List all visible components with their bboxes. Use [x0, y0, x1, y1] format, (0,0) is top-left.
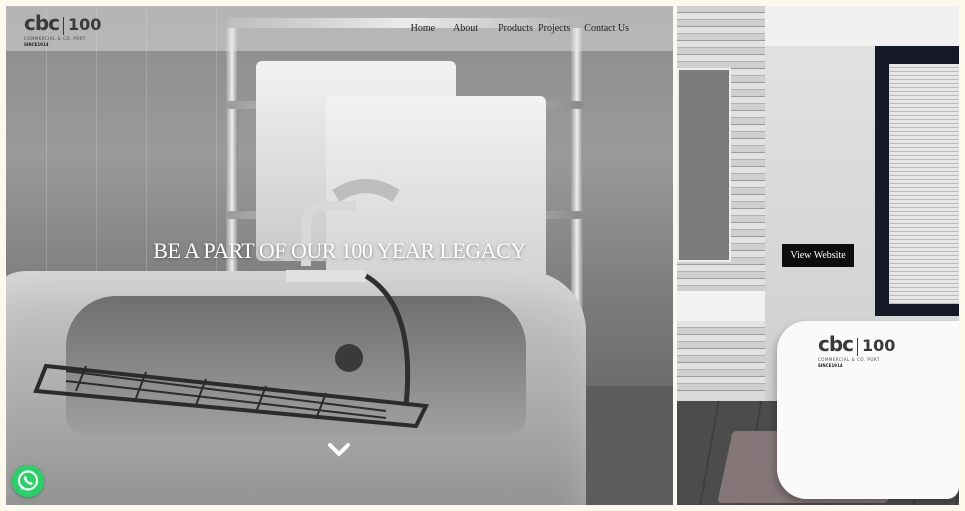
side-logo-number: 100 [862, 336, 896, 355]
window-blinds [889, 64, 959, 304]
side-logo-divider [857, 337, 859, 356]
main-nav: Home About Products Projects Contact Us [397, 23, 629, 34]
chevron-down-icon[interactable] [328, 442, 350, 458]
logo-letters: cbc [24, 11, 60, 35]
hero-panel: cbc 100 COMMERCIAL & CO. PORT SINCE1914 H… [6, 6, 673, 505]
whatsapp-icon[interactable] [12, 465, 44, 497]
nav-home[interactable]: Home [411, 23, 435, 34]
tap-and-rack-illustration [33, 179, 430, 429]
side-logo-letters: cbc [818, 332, 854, 356]
logo-since: SINCE1914 [24, 42, 49, 47]
brand-logo[interactable]: cbc 100 COMMERCIAL & CO. PORT SINCE1914 [24, 11, 101, 47]
side-brand-logo: cbc 100 COMMERCIAL & CO. PORT SINCE1914 [818, 332, 895, 368]
nav-products[interactable]: Products [498, 23, 533, 34]
logo-number: 100 [68, 15, 102, 34]
nav-contact-us[interactable]: Contact Us [584, 23, 629, 34]
view-website-button[interactable]: View Website [782, 244, 854, 267]
side-logo-subtitle: COMMERCIAL & CO. PORT [818, 357, 880, 362]
hero-headline: BE A PART OF OUR 100 YEAR LEGACY [153, 238, 526, 263]
nav-projects[interactable]: Projects [538, 23, 570, 34]
header-bar: cbc 100 COMMERCIAL & CO. PORT SINCE1914 H… [6, 6, 673, 51]
ceiling [737, 6, 959, 46]
nav-about[interactable]: About [453, 23, 478, 34]
logo-subtitle: COMMERCIAL & CO. PORT [24, 36, 86, 41]
logo-divider [63, 16, 65, 35]
mirror [677, 68, 731, 262]
sink [677, 291, 765, 321]
side-preview-panel: cbc 100 COMMERCIAL & CO. PORT SINCE1914 V… [677, 6, 959, 505]
side-logo-since: SINCE1914 [818, 363, 843, 368]
